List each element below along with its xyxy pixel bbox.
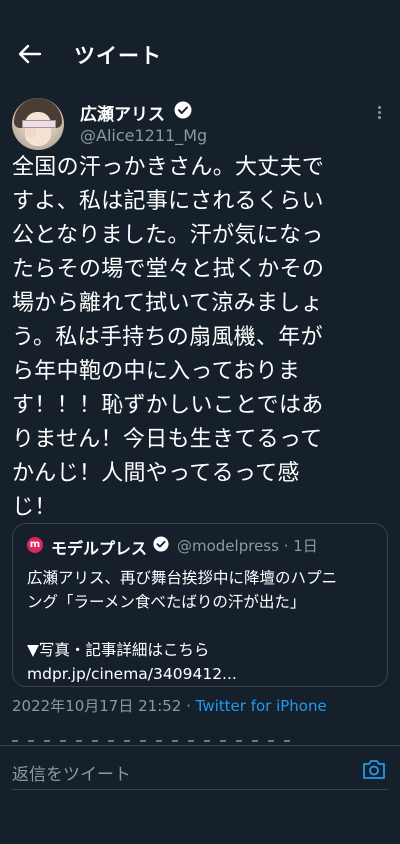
meta-separator: ·: [181, 697, 196, 715]
tweet-author: 広瀬アリス @Alice1211_Mg: [12, 98, 388, 150]
quoted-author-name: モデルプレス: [51, 539, 148, 558]
reply-bar: 返信をツイート: [0, 745, 400, 794]
back-arrow-icon[interactable]: [16, 40, 44, 68]
quoted-avatar: m: [27, 537, 43, 553]
page-title: ツイート: [74, 44, 162, 68]
verified-badge-icon: [174, 101, 192, 119]
quoted-handle-time: @modelpress · 1日: [177, 537, 318, 555]
top-bar: ツイート: [0, 0, 400, 110]
quoted-tweet[interactable]: m モデルプレス @modelpress · 1日 広瀬アリス、再び舞台挨拶中に…: [12, 523, 388, 687]
author-name[interactable]: 広瀬アリス: [80, 100, 165, 125]
verified-badge-icon: [153, 536, 169, 552]
tweet-source-link[interactable]: Twitter for iPhone: [196, 697, 327, 715]
reply-underline: [12, 789, 388, 790]
tweet-text: 全国の汗っかきさん。大丈夫で すよ、私は記事にされるくらい 公となりました。汗が…: [12, 155, 325, 520]
camera-icon[interactable]: [362, 758, 386, 780]
reply-input[interactable]: 返信をツイート: [12, 760, 131, 785]
quoted-text: 広瀬アリス、再び舞台挨拶中に降壇のハプニ ング「ラーメン食べたばりの汗が出た」 …: [27, 569, 338, 683]
tweet-timestamp: 2022年10月17日 21:52: [12, 697, 182, 715]
tweet-meta: 2022年10月17日 21:52 · Twitter for iPhone: [12, 695, 327, 716]
avatar[interactable]: [12, 98, 64, 150]
more-options-icon[interactable]: [374, 104, 384, 126]
author-handle[interactable]: @Alice1211_Mg: [80, 126, 207, 145]
